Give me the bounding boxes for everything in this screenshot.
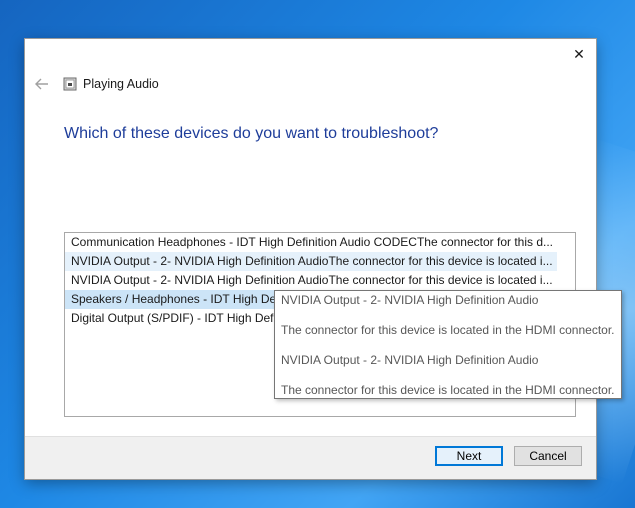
dialog-footer: Next Cancel [25,436,596,479]
next-button[interactable]: Next [435,446,503,466]
device-item[interactable]: NVIDIA Output - 2- NVIDIA High Definitio… [65,252,557,271]
page-heading: Which of these devices do you want to tr… [64,125,439,142]
back-arrow-icon [35,78,48,90]
device-item[interactable]: NVIDIA Output - 2- NVIDIA High Definitio… [65,271,557,290]
back-button[interactable] [33,75,51,93]
close-icon: ✕ [573,45,585,62]
troubleshooter-icon [63,77,77,91]
troubleshooter-dialog: ✕ Playing Audio Which of these devices d… [25,39,596,479]
cancel-button[interactable]: Cancel [514,446,582,466]
close-button[interactable]: ✕ [562,39,596,69]
window-title: Playing Audio [83,77,159,91]
tooltip-device-description: The connector for this device is located… [281,383,615,397]
dialog-header: Playing Audio [25,73,596,97]
device-item[interactable]: Communication Headphones - IDT High Defi… [65,233,557,252]
tooltip-device-description: The connector for this device is located… [281,323,615,337]
device-tooltip: NVIDIA Output - 2- NVIDIA High Definitio… [274,290,622,399]
tooltip-device-name: NVIDIA Output - 2- NVIDIA High Definitio… [281,293,539,307]
tooltip-device-name: NVIDIA Output - 2- NVIDIA High Definitio… [281,353,539,367]
